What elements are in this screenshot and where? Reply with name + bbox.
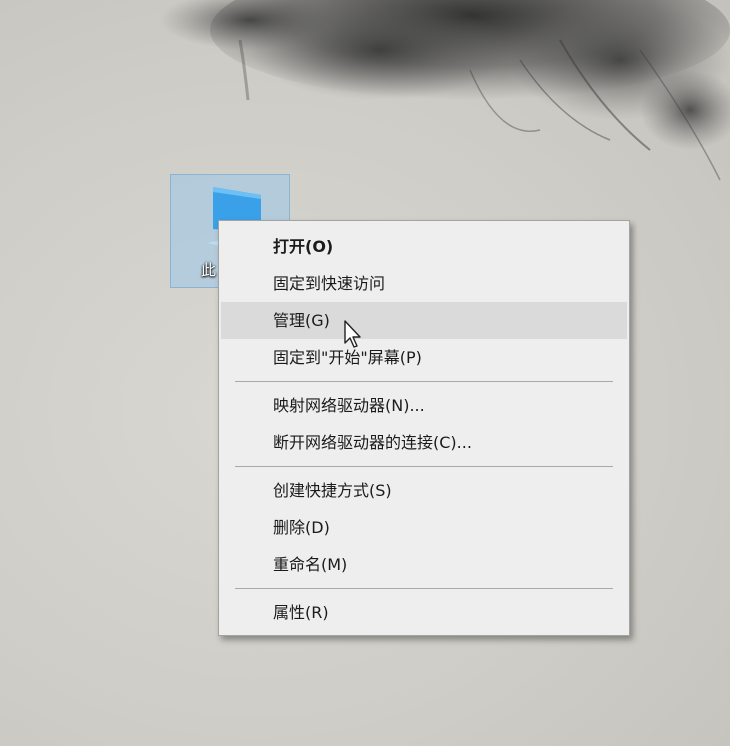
- menu-item-rename[interactable]: 重命名(M): [219, 546, 629, 583]
- context-menu: 打开(O) 固定到快速访问 管理(G) 固定到"开始"屏幕(P) 映射网络驱动器(N).…: [218, 220, 630, 636]
- menu-item-delete[interactable]: 删除(D): [219, 509, 629, 546]
- menu-item-create-shortcut[interactable]: 创建快捷方式(S): [219, 472, 629, 509]
- desktop-icon-label: 此: [201, 261, 217, 279]
- menu-item-map-network-drive[interactable]: 映射网络驱动器(N)...: [219, 387, 629, 424]
- menu-item-disconnect-network-drive[interactable]: 断开网络驱动器的连接(C)...: [219, 424, 629, 461]
- menu-item-pin-start[interactable]: 固定到"开始"屏幕(P): [219, 339, 629, 376]
- menu-item-manage[interactable]: 管理(G): [221, 302, 627, 339]
- menu-separator: [235, 588, 613, 589]
- desktop[interactable]: 此 打开(O) 固定到快速访问 管理(G) 固定到"开始"屏幕(P) 映射网络驱动器(N…: [0, 0, 730, 746]
- menu-item-open[interactable]: 打开(O): [219, 228, 629, 265]
- menu-item-pin-quick-access[interactable]: 固定到快速访问: [219, 265, 629, 302]
- menu-separator: [235, 381, 613, 382]
- menu-item-properties[interactable]: 属性(R): [219, 594, 629, 631]
- mouse-cursor-icon: [344, 320, 361, 348]
- menu-separator: [235, 466, 613, 467]
